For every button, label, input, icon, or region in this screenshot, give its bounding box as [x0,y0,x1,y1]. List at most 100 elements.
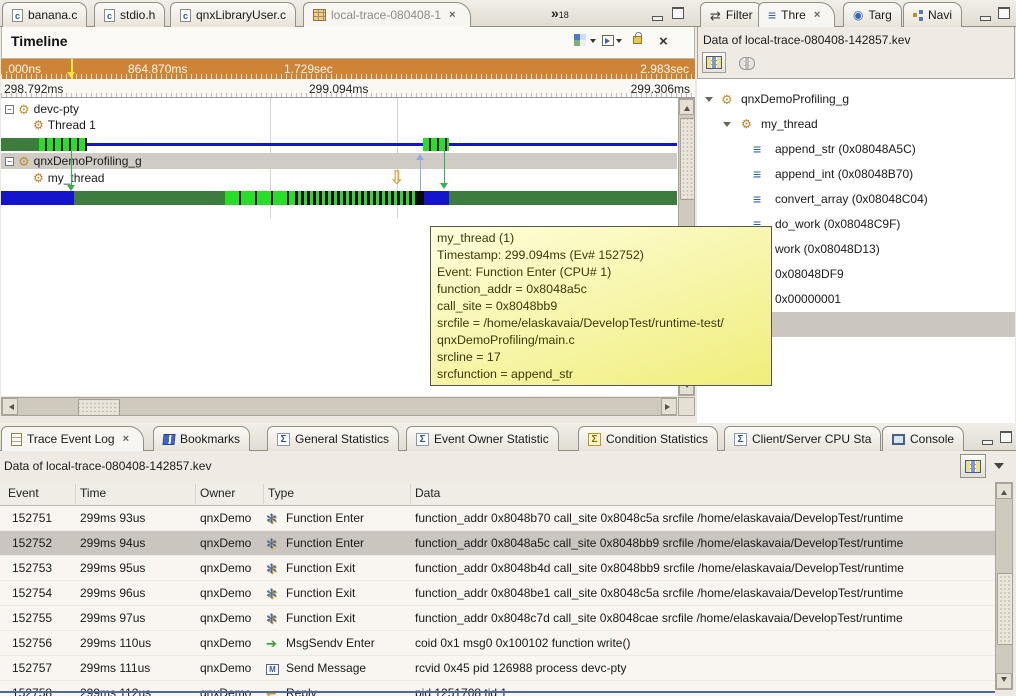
column-separator[interactable] [195,484,196,504]
tree-item-label: 0x08048DF9 [775,262,844,287]
thread-row-my-thread[interactable]: ⚙ my_thread [33,170,104,186]
tab-trace-event-log-active[interactable]: Trace Event Log × [1,426,144,451]
tree-item-thread[interactable]: ⚙ my_thread [697,112,1015,137]
scroll-right-button[interactable] [661,398,677,415]
timeline-hscrollbar[interactable] [1,397,677,416]
grouping-button[interactable] [702,52,726,73]
scroll-down-button[interactable] [996,673,1012,689]
column-header[interactable]: Owner [200,482,235,505]
column-header[interactable]: Time [80,482,106,505]
panel-maximize-button[interactable] [998,7,1010,22]
scrollbar-thumb[interactable] [680,118,695,200]
editor-tabbar: c banana.c c stdio.h c qnxLibraryUser.c … [0,0,696,27]
cell-data: pid 1251708 tid 1 [415,681,993,696]
tree-item-function[interactable]: ≡ convert_array (0x08048C04) [697,187,1015,212]
function-list-icon: ≡ [753,192,761,206]
table-row[interactable]: 152751 299ms 93us qnxDemo ✻ Function Ent… [0,506,995,531]
table-row[interactable]: 152755 299ms 97us qnxDemo ✻ Function Exi… [0,606,995,631]
chevron-icon: » [551,5,559,21]
lock-button[interactable] [633,32,642,47]
timeline-zoom-ruler[interactable]: 298.792ms 299.094ms 299.306ms [1,79,695,98]
state-segment [225,191,295,205]
cell-data: function_addr 0x8048a5c call_site 0x8048… [415,531,993,556]
editor-tab-stdio-h[interactable]: c stdio.h [94,2,165,27]
state-segment [416,191,424,205]
table-row-selected[interactable]: 152752 299ms 94us qnxDemo ✻ Function Ent… [0,531,995,556]
message-letter: M [266,664,279,675]
column-header[interactable]: Data [415,482,440,505]
table-row[interactable]: 152758 299ms 112us qnxDemo ↩ Reply pid 1… [0,681,995,696]
application-window: c banana.c c stdio.h c qnxLibraryUser.c … [0,0,1016,696]
column-header[interactable]: Type [268,482,294,505]
column-separator[interactable] [410,484,411,504]
state-bar-my-thread[interactable] [1,191,677,205]
tab-thread-active[interactable]: ≡ Thre × [758,2,835,27]
cell-data: function_addr 0x8048be1 call_site 0x8048… [415,581,993,606]
thread-row-thread-1[interactable]: ⚙ Thread 1 [33,117,96,133]
panel-minimize-button[interactable] [980,10,991,24]
arrow-up-icon [1001,487,1007,495]
table-view-toggle-button[interactable] [960,454,986,478]
bookmarks-icon [162,434,175,445]
table-row[interactable]: 152753 299ms 95us qnxDemo ✻ Function Exi… [0,556,995,581]
seek-events-dropdown-button[interactable] [602,35,622,49]
column-separator[interactable] [75,484,76,504]
tab-overflow-chevron[interactable]: »18 [551,5,569,21]
editor-maximize-button[interactable] [672,7,684,22]
scroll-left-button[interactable] [2,398,18,415]
process-row-devc-pty[interactable]: − ⚙ devc-pty [5,101,79,117]
scrollbar-corner [678,397,695,416]
thread-gear-icon: ⚙ [33,119,44,131]
timeline-main-ruler[interactable]: .000ns 864.870ms 1.729sec 2.983sec [1,59,695,79]
column-separator[interactable] [263,484,264,504]
refresh-button-disabled [736,54,758,72]
table-row[interactable]: 152757 299ms 111us qnxDemo M Send Messag… [0,656,995,681]
scrollbar-thumb[interactable] [997,573,1013,645]
state-bar-thread-1[interactable] [1,138,677,151]
tree-item-function[interactable]: ≡ append_str (0x08048A5C) [697,137,1015,162]
close-icon[interactable]: × [814,9,820,21]
tab-general-statistics[interactable]: Σ General Statistics [267,426,399,451]
tab-target[interactable]: ◉ Targ [843,2,902,27]
lock-icon [633,36,642,44]
view-menu-caret-icon[interactable] [994,463,1004,474]
log-scroll-icon [11,433,22,446]
column-header[interactable]: Event [8,482,39,505]
scrollbar-thumb[interactable] [78,399,120,416]
expander-icon[interactable] [705,97,713,106]
tab-navigator[interactable]: Navi [903,2,962,27]
tab-bookmarks[interactable]: Bookmarks [153,426,250,451]
panel-minimize-button[interactable] [982,434,993,448]
scroll-up-button[interactable] [679,99,694,115]
close-icon[interactable]: × [123,433,129,445]
display-mode-dropdown-button[interactable] [574,35,596,49]
timeline-close-button[interactable]: × [659,33,668,50]
navigator-icon [913,13,917,17]
scroll-up-button[interactable] [996,483,1012,499]
process-row-qnxdemoprofiling[interactable]: − ⚙ qnxDemoProfiling_g [5,153,142,169]
tab-condition-statistics[interactable]: Σ Condition Statistics [578,426,718,451]
table-row[interactable]: 152754 299ms 96us qnxDemo ✻ Function Exi… [0,581,995,606]
table-vscrollbar[interactable] [995,482,1013,690]
panel-maximize-button[interactable] [1000,431,1012,446]
tab-console[interactable]: Console [882,426,964,451]
tab-client-server-cpu[interactable]: Σ Client/Server CPU Sta [724,426,881,451]
editor-tab-banana-c[interactable]: c banana.c [2,2,87,27]
editor-tab-local-trace-active[interactable]: local-trace-080408-1 × [303,2,471,27]
tab-filter[interactable]: ⇄ Filter [700,2,763,27]
process-label: qnxDemoProfiling_g [34,153,142,169]
close-icon[interactable]: × [449,9,455,21]
table-row[interactable]: 152756 299ms 110us qnxDemo ➔ MsgSendv En… [0,631,995,656]
tree-item-process[interactable]: ⚙ qnxDemoProfiling_g [697,87,1015,112]
editor-tab-qnxlibraryuser-c[interactable]: c qnxLibraryUser.c [170,2,296,27]
expander-icon[interactable] [723,122,731,131]
editor-tab-label: banana.c [28,8,77,22]
editor-minimize-button[interactable] [652,10,663,24]
tab-event-owner-statistic[interactable]: Σ Event Owner Statistic [406,426,559,451]
collapse-expander-icon[interactable]: − [5,105,14,114]
function-exit-icon: ✻ [266,556,285,581]
tree-item-function[interactable]: ≡ append_int (0x08048B70) [697,162,1015,187]
collapse-expander-icon[interactable]: − [5,157,14,166]
cell-time: 299ms 110us [80,631,192,656]
tooltip-line: srcline = 17 [437,349,765,366]
